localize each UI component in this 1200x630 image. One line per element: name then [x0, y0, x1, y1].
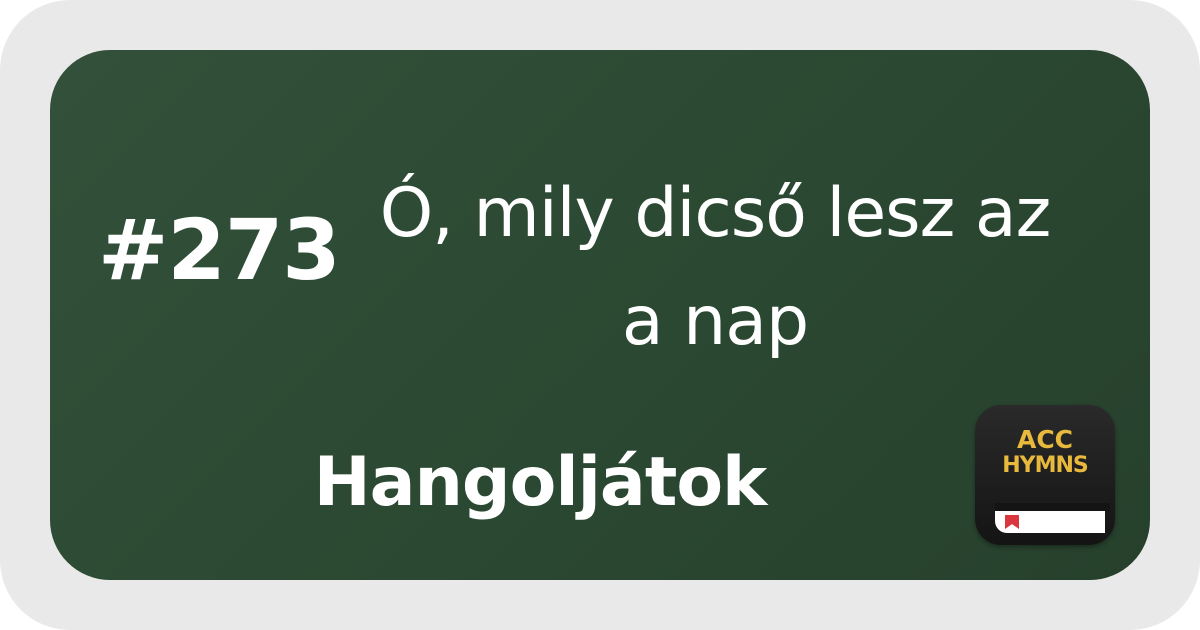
outer-frame: #273 Ó, mily dicső lesz az a nap Hangolj… — [0, 0, 1200, 630]
book-cover-icon — [995, 503, 1110, 511]
hymn-number: #273 — [98, 201, 341, 299]
hymn-section: Hangoljátok — [313, 443, 768, 522]
logo-line-hymns: HYMNS — [1002, 453, 1089, 478]
hymn-title: Ó, mily dicső lesz az a nap — [379, 174, 1052, 361]
hymn-card: #273 Ó, mily dicső lesz az a nap Hangolj… — [50, 50, 1150, 580]
logo-line-acc: ACC — [1016, 425, 1074, 454]
acc-hymns-logo-icon: ACC HYMNS — [975, 405, 1115, 545]
logo-text: ACC HYMNS — [975, 427, 1115, 479]
